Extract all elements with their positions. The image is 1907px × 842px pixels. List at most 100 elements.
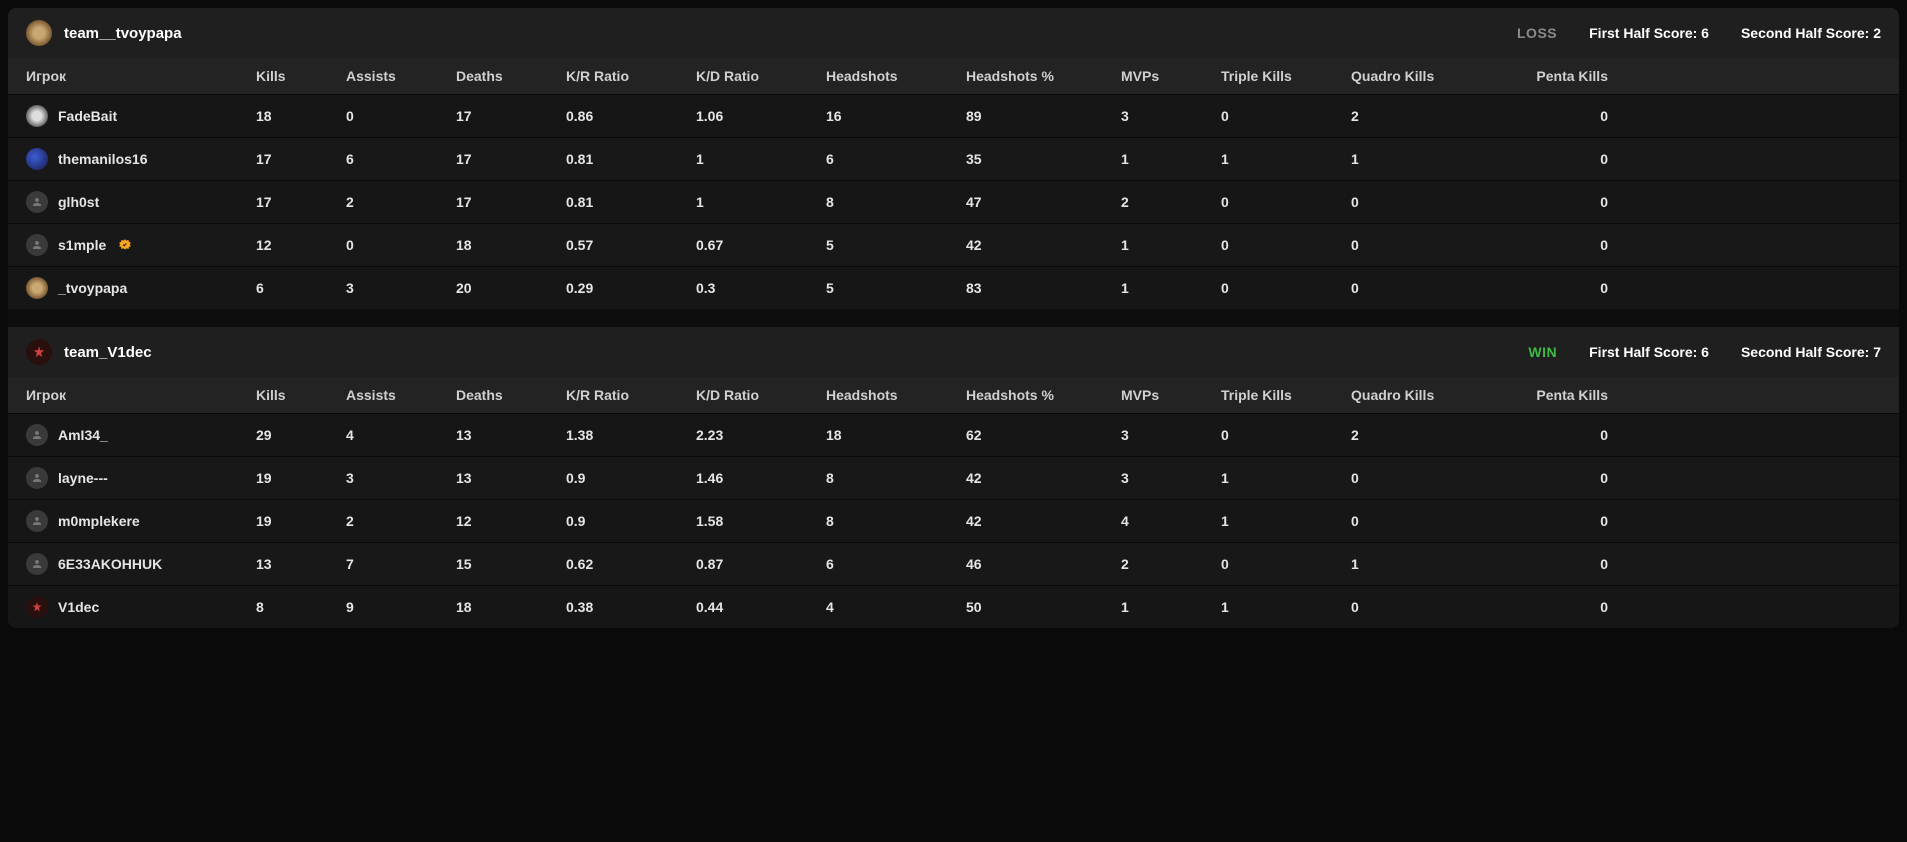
verified-badge-icon: [118, 238, 132, 252]
column-header-mvps[interactable]: MVPs: [1121, 387, 1221, 403]
stat-hs: 8: [826, 470, 966, 486]
stat-kr: 0.29: [566, 280, 696, 296]
stat-deaths: 17: [456, 194, 566, 210]
column-header-pk[interactable]: Penta Kills: [1506, 68, 1616, 84]
stat-qk: 0: [1351, 513, 1506, 529]
stat-kd: 1.58: [696, 513, 826, 529]
player-name[interactable]: V1dec: [58, 599, 99, 615]
column-header-hsp[interactable]: Headshots %: [966, 387, 1121, 403]
stat-qk: 1: [1351, 151, 1506, 167]
player-avatar: [26, 467, 48, 489]
stat-hsp: 50: [966, 599, 1121, 615]
player-name[interactable]: 6E33AKOHHUK: [58, 556, 162, 572]
player-name[interactable]: AmI34_: [58, 427, 108, 443]
player-cell: layne---: [26, 467, 256, 489]
column-header-kills[interactable]: Kills: [256, 387, 346, 403]
stat-assists: 2: [346, 194, 456, 210]
column-header-hsp[interactable]: Headshots %: [966, 68, 1121, 84]
stat-hsp: 42: [966, 470, 1121, 486]
stat-kd: 0.87: [696, 556, 826, 572]
table-header-row: ИгрокKillsAssistsDeathsK/R RatioK/D Rati…: [8, 377, 1899, 413]
stat-pk: 0: [1506, 556, 1616, 572]
stat-pk: 0: [1506, 427, 1616, 443]
stat-qk: 0: [1351, 237, 1506, 253]
stats-table: ИгрокKillsAssistsDeathsK/R RatioK/D Rati…: [8, 58, 1899, 309]
player-row[interactable]: FadeBait180170.861.0616893020: [8, 94, 1899, 137]
column-header-deaths[interactable]: Deaths: [456, 68, 566, 84]
column-header-pk[interactable]: Penta Kills: [1506, 387, 1616, 403]
player-name[interactable]: layne---: [58, 470, 108, 486]
stat-deaths: 18: [456, 237, 566, 253]
player-name[interactable]: s1mple: [58, 237, 106, 253]
column-header-kr[interactable]: K/R Ratio: [566, 68, 696, 84]
stat-pk: 0: [1506, 280, 1616, 296]
team-logo: [26, 20, 52, 46]
stat-kd: 0.44: [696, 599, 826, 615]
stat-kd: 1.06: [696, 108, 826, 124]
column-header-qk[interactable]: Quadro Kills: [1351, 68, 1506, 84]
stat-kd: 2.23: [696, 427, 826, 443]
stat-assists: 3: [346, 470, 456, 486]
column-header-kr[interactable]: K/R Ratio: [566, 387, 696, 403]
player-avatar: [26, 553, 48, 575]
stat-hs: 6: [826, 151, 966, 167]
team-name[interactable]: team__tvoypapa: [64, 25, 182, 42]
player-name[interactable]: themanilos16: [58, 151, 147, 167]
player-row[interactable]: themanilos16176170.8116351110: [8, 137, 1899, 180]
player-name[interactable]: glh0st: [58, 194, 99, 210]
stat-kr: 1.38: [566, 427, 696, 443]
stat-assists: 0: [346, 108, 456, 124]
stat-tk: 0: [1221, 556, 1351, 572]
team-header: team__tvoypapaLOSSFirst Half Score: 6Sec…: [8, 8, 1899, 58]
column-header-qk[interactable]: Quadro Kills: [1351, 387, 1506, 403]
stat-kills: 18: [256, 108, 346, 124]
stat-kills: 19: [256, 513, 346, 529]
stat-deaths: 12: [456, 513, 566, 529]
player-avatar: [26, 191, 48, 213]
player-cell: _tvoypapa: [26, 277, 256, 299]
player-name[interactable]: m0mplekere: [58, 513, 140, 529]
column-header-kd[interactable]: K/D Ratio: [696, 387, 826, 403]
stats-table: ИгрокKillsAssistsDeathsK/R RatioK/D Rati…: [8, 377, 1899, 628]
team-name[interactable]: team_V1dec: [64, 344, 152, 361]
column-header-mvps[interactable]: MVPs: [1121, 68, 1221, 84]
column-header-hs[interactable]: Headshots: [826, 387, 966, 403]
player-name[interactable]: FadeBait: [58, 108, 117, 124]
column-header-player[interactable]: Игрок: [26, 387, 256, 403]
stat-tk: 0: [1221, 194, 1351, 210]
column-header-assists[interactable]: Assists: [346, 387, 456, 403]
player-row[interactable]: AmI34_294131.382.2318623020: [8, 413, 1899, 456]
player-cell: glh0st: [26, 191, 256, 213]
column-header-tk[interactable]: Triple Kills: [1221, 68, 1351, 84]
stat-kills: 29: [256, 427, 346, 443]
player-row[interactable]: m0mplekere192120.91.588424100: [8, 499, 1899, 542]
stat-mvps: 2: [1121, 556, 1221, 572]
stat-qk: 0: [1351, 280, 1506, 296]
column-header-deaths[interactable]: Deaths: [456, 387, 566, 403]
player-row[interactable]: glh0st172170.8118472000: [8, 180, 1899, 223]
column-header-assists[interactable]: Assists: [346, 68, 456, 84]
player-row[interactable]: 6E33AKOHHUK137150.620.876462010: [8, 542, 1899, 585]
player-row[interactable]: s1mple120180.570.675421000: [8, 223, 1899, 266]
player-row[interactable]: _tvoypapa63200.290.35831000: [8, 266, 1899, 309]
stat-assists: 6: [346, 151, 456, 167]
stat-kills: 17: [256, 151, 346, 167]
column-header-hs[interactable]: Headshots: [826, 68, 966, 84]
column-header-player[interactable]: Игрок: [26, 68, 256, 84]
stat-assists: 0: [346, 237, 456, 253]
stat-kills: 8: [256, 599, 346, 615]
column-header-kills[interactable]: Kills: [256, 68, 346, 84]
stat-tk: 1: [1221, 470, 1351, 486]
player-avatar: [26, 424, 48, 446]
player-row[interactable]: V1dec89180.380.444501100: [8, 585, 1899, 628]
player-row[interactable]: layne---193130.91.468423100: [8, 456, 1899, 499]
stat-kr: 0.62: [566, 556, 696, 572]
stat-qk: 2: [1351, 427, 1506, 443]
stat-kills: 19: [256, 470, 346, 486]
column-header-kd[interactable]: K/D Ratio: [696, 68, 826, 84]
second-half-score: Second Half Score: 7: [1741, 344, 1881, 360]
player-name[interactable]: _tvoypapa: [58, 280, 127, 296]
team-section: team__tvoypapaLOSSFirst Half Score: 6Sec…: [8, 8, 1899, 309]
column-header-tk[interactable]: Triple Kills: [1221, 387, 1351, 403]
stat-qk: 1: [1351, 556, 1506, 572]
